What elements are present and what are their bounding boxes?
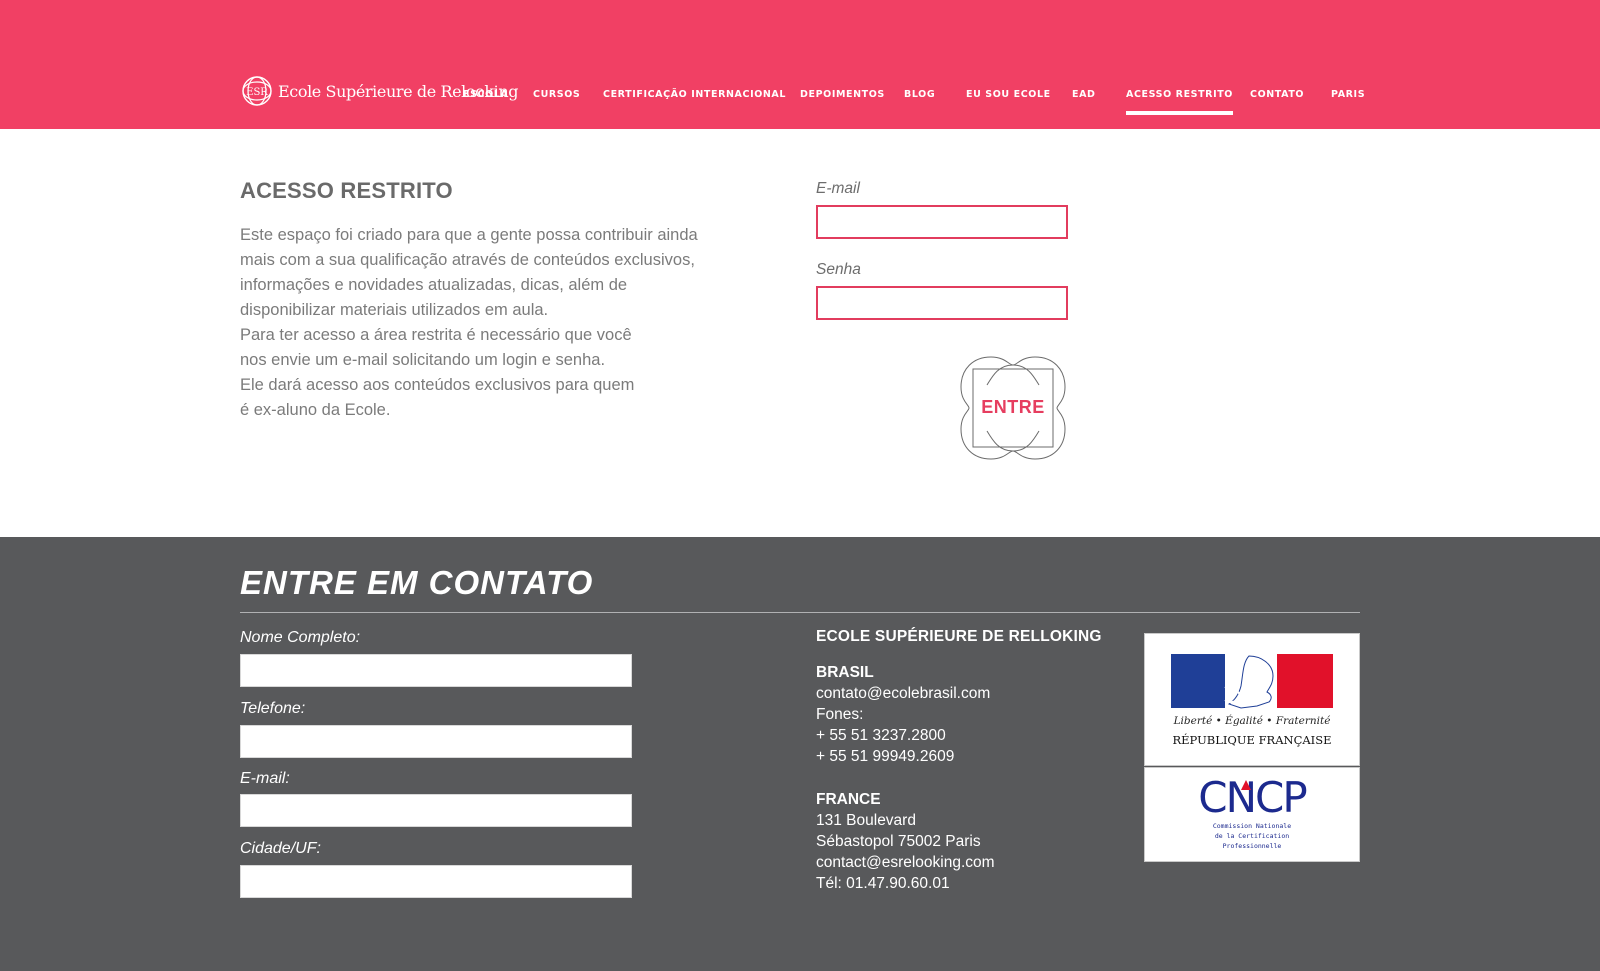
intro-line: Ele dará acesso aos conteúdos exclusivos… <box>240 376 635 394</box>
france-heading: FRANCE <box>816 791 881 808</box>
page-title: ACESSO RESTRITO <box>240 178 453 203</box>
svg-text:CNCP: CNCP <box>1198 773 1306 822</box>
email-input[interactable] <box>240 794 632 827</box>
france-address-1: 131 Boulevard <box>816 812 916 829</box>
login-email-label: E-mail <box>816 180 860 197</box>
intro-line: mais com a sua qualificação através de c… <box>240 251 695 269</box>
svg-text:Commission Nationale: Commission Nationale <box>1213 822 1291 830</box>
france-address-2: Sébastopol 75002 Paris <box>816 833 981 850</box>
intro-line: informações e novidades atualizadas, dic… <box>240 276 628 294</box>
footer-divider <box>240 612 1360 613</box>
svg-text:de la Certification: de la Certification <box>1215 832 1289 840</box>
france-phone: Tél: 01.47.90.60.01 <box>816 875 950 892</box>
svg-text:Liberté • Égalité • Fraternité: Liberté • Égalité • Fraternité <box>1173 713 1331 727</box>
email-label: E-mail: <box>240 770 290 787</box>
login-email-input[interactable] <box>816 205 1068 239</box>
nav-item-ead[interactable]: EAD <box>1072 89 1096 100</box>
france-contact: FRANCE 131 Boulevard Sébastopol 75002 Pa… <box>816 789 995 894</box>
nav-item-paris[interactable]: PARIS <box>1331 89 1365 100</box>
brasil-heading: BRASIL <box>816 664 874 681</box>
city-label: Cidade/UF: <box>240 840 321 857</box>
nav-item-eu-sou-ecole[interactable]: EU SOU ECOLE <box>966 89 1051 100</box>
svg-text:Professionnelle: Professionnelle <box>1223 842 1282 850</box>
intro-line: nos envie um e-mail solicitando um login… <box>240 351 606 369</box>
brasil-phone-2: + 55 51 99949.2609 <box>816 748 955 765</box>
site-header: ESR Ecole Supérieure de Relooking ESCOLA… <box>0 0 1600 129</box>
login-submit-button[interactable]: ENTRE <box>959 355 1067 461</box>
intro-line: Para ter acesso a área restrita é necess… <box>240 326 632 344</box>
login-password-input[interactable] <box>816 286 1068 320</box>
republique-francaise-badge: Liberté • Égalité • Fraternité RÉPUBLIQU… <box>1144 633 1360 766</box>
france-email[interactable]: contact@esrelooking.com <box>816 852 995 873</box>
brasil-phone-1: + 55 51 3237.2800 <box>816 727 946 744</box>
intro-text: Este espaço foi criado para que a gente … <box>240 223 720 423</box>
intro-line: disponibilizar materiais utilizados em a… <box>240 301 549 319</box>
marianne-flag-icon: Liberté • Égalité • Fraternité RÉPUBLIQU… <box>1171 654 1333 747</box>
phone-input[interactable] <box>240 725 632 758</box>
login-password-label: Senha <box>816 261 861 278</box>
nav-item-contato[interactable]: CONTATO <box>1250 89 1304 100</box>
nav-item-depoimentos[interactable]: DEPOIMENTOS <box>800 89 885 100</box>
name-input[interactable] <box>240 654 632 687</box>
city-input[interactable] <box>240 865 632 898</box>
contact-title: ENTRE EM CONTATO <box>240 564 594 601</box>
phone-label: Telefone: <box>240 700 306 717</box>
svg-text:RÉPUBLIQUE FRANÇAISE: RÉPUBLIQUE FRANÇAISE <box>1172 733 1331 747</box>
intro-line: Este espaço foi criado para que a gente … <box>240 226 698 244</box>
nav-item-blog[interactable]: BLOG <box>904 89 935 100</box>
main-navigation: ESCOLA CURSOS CERTIFICAÇÃO INTERNACIONAL DE… <box>0 89 1600 119</box>
nav-item-certifica-o-internacional[interactable]: CERTIFICAÇÃO INTERNACIONAL <box>603 89 786 100</box>
org-name: ECOLE SUPÉRIEURE DE RELLOKING <box>816 628 1102 645</box>
intro-line: é ex-aluno da Ecole. <box>240 401 391 419</box>
nav-item-acesso-restrito[interactable]: ACESSO RESTRITO <box>1126 89 1233 115</box>
brasil-phones-label: Fones: <box>816 706 864 723</box>
brasil-email[interactable]: contato@ecolebrasil.com <box>816 683 990 704</box>
cncp-logo-icon: CNCP Commission Nationale de la Certific… <box>1198 773 1308 850</box>
login-submit-label: ENTRE <box>981 397 1045 417</box>
cncp-badge: CNCP Commission Nationale de la Certific… <box>1144 767 1360 862</box>
nav-item-escola[interactable]: ESCOLA <box>463 89 508 100</box>
nav-item-cursos[interactable]: CURSOS <box>533 89 580 100</box>
name-label: Nome Completo: <box>240 629 361 646</box>
brasil-contact: BRASIL contato@ecolebrasil.com Fones: + … <box>816 662 990 767</box>
